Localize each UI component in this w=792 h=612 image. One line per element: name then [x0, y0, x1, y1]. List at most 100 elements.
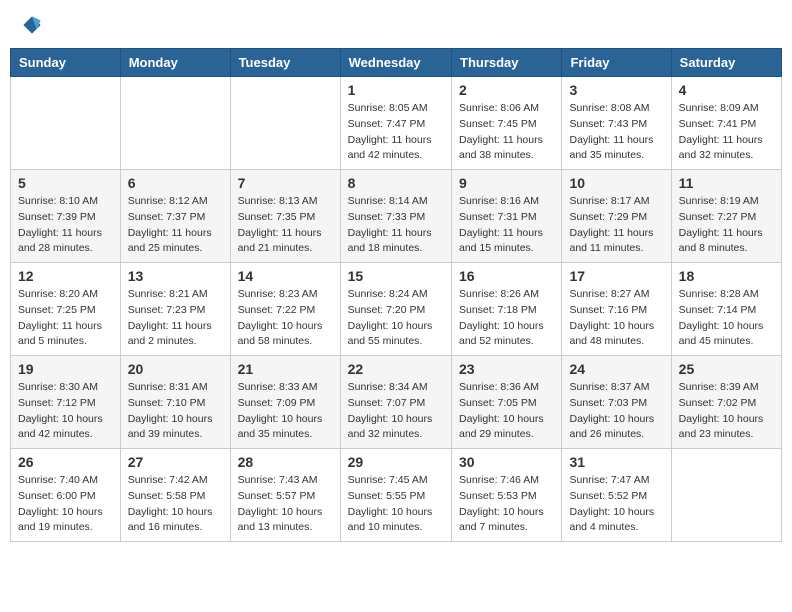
week-row-2: 5 Sunrise: 8:10 AM Sunset: 7:39 PM Daylig…: [11, 170, 782, 263]
day-number: 2: [459, 82, 554, 98]
logo: [20, 15, 42, 35]
day-cell: 29 Sunrise: 7:45 AM Sunset: 5:55 PM Dayli…: [340, 449, 451, 542]
day-number: 31: [569, 454, 663, 470]
day-cell: [671, 449, 781, 542]
day-cell: 27 Sunrise: 7:42 AM Sunset: 5:58 PM Dayli…: [120, 449, 230, 542]
day-number: 5: [18, 175, 113, 191]
day-number: 24: [569, 361, 663, 377]
day-number: 14: [238, 268, 333, 284]
day-number: 6: [128, 175, 223, 191]
day-number: 28: [238, 454, 333, 470]
day-info: Sunrise: 8:09 AM Sunset: 7:41 PM Dayligh…: [679, 101, 774, 164]
day-cell: 7 Sunrise: 8:13 AM Sunset: 7:35 PM Daylig…: [230, 170, 340, 263]
day-info: Sunrise: 7:42 AM Sunset: 5:58 PM Dayligh…: [128, 473, 223, 536]
day-info: Sunrise: 8:13 AM Sunset: 7:35 PM Dayligh…: [238, 194, 333, 257]
day-info: Sunrise: 8:37 AM Sunset: 7:03 PM Dayligh…: [569, 380, 663, 443]
day-info: Sunrise: 8:30 AM Sunset: 7:12 PM Dayligh…: [18, 380, 113, 443]
day-number: 4: [679, 82, 774, 98]
day-number: 10: [569, 175, 663, 191]
day-info: Sunrise: 8:10 AM Sunset: 7:39 PM Dayligh…: [18, 194, 113, 257]
day-info: Sunrise: 8:28 AM Sunset: 7:14 PM Dayligh…: [679, 287, 774, 350]
day-number: 18: [679, 268, 774, 284]
day-cell: 21 Sunrise: 8:33 AM Sunset: 7:09 PM Dayli…: [230, 356, 340, 449]
day-info: Sunrise: 8:12 AM Sunset: 7:37 PM Dayligh…: [128, 194, 223, 257]
day-cell: 2 Sunrise: 8:06 AM Sunset: 7:45 PM Daylig…: [452, 77, 562, 170]
day-info: Sunrise: 8:17 AM Sunset: 7:29 PM Dayligh…: [569, 194, 663, 257]
day-cell: 10 Sunrise: 8:17 AM Sunset: 7:29 PM Dayli…: [562, 170, 671, 263]
day-number: 26: [18, 454, 113, 470]
day-cell: 26 Sunrise: 7:40 AM Sunset: 6:00 PM Dayli…: [11, 449, 121, 542]
day-info: Sunrise: 7:45 AM Sunset: 5:55 PM Dayligh…: [348, 473, 444, 536]
day-cell: 17 Sunrise: 8:27 AM Sunset: 7:16 PM Dayli…: [562, 263, 671, 356]
day-cell: 19 Sunrise: 8:30 AM Sunset: 7:12 PM Dayli…: [11, 356, 121, 449]
day-number: 17: [569, 268, 663, 284]
day-info: Sunrise: 8:31 AM Sunset: 7:10 PM Dayligh…: [128, 380, 223, 443]
day-info: Sunrise: 7:40 AM Sunset: 6:00 PM Dayligh…: [18, 473, 113, 536]
day-info: Sunrise: 7:47 AM Sunset: 5:52 PM Dayligh…: [569, 473, 663, 536]
day-number: 20: [128, 361, 223, 377]
day-number: 11: [679, 175, 774, 191]
week-row-4: 19 Sunrise: 8:30 AM Sunset: 7:12 PM Dayli…: [11, 356, 782, 449]
day-number: 3: [569, 82, 663, 98]
day-number: 13: [128, 268, 223, 284]
day-cell: 13 Sunrise: 8:21 AM Sunset: 7:23 PM Dayli…: [120, 263, 230, 356]
day-info: Sunrise: 8:14 AM Sunset: 7:33 PM Dayligh…: [348, 194, 444, 257]
day-info: Sunrise: 8:08 AM Sunset: 7:43 PM Dayligh…: [569, 101, 663, 164]
header-thursday: Thursday: [452, 49, 562, 77]
day-info: Sunrise: 7:43 AM Sunset: 5:57 PM Dayligh…: [238, 473, 333, 536]
day-info: Sunrise: 8:05 AM Sunset: 7:47 PM Dayligh…: [348, 101, 444, 164]
day-cell: 16 Sunrise: 8:26 AM Sunset: 7:18 PM Dayli…: [452, 263, 562, 356]
day-cell: 28 Sunrise: 7:43 AM Sunset: 5:57 PM Dayli…: [230, 449, 340, 542]
day-number: 7: [238, 175, 333, 191]
day-info: Sunrise: 8:16 AM Sunset: 7:31 PM Dayligh…: [459, 194, 554, 257]
day-number: 8: [348, 175, 444, 191]
day-number: 23: [459, 361, 554, 377]
day-cell: 22Sunrise: 8:34 AM Sunset: 7:07 PM Dayli…: [340, 356, 451, 449]
header-tuesday: Tuesday: [230, 49, 340, 77]
day-cell: 12Sunrise: 8:20 AM Sunset: 7:25 PM Dayli…: [11, 263, 121, 356]
day-number: 29: [348, 454, 444, 470]
day-cell: 14 Sunrise: 8:23 AM Sunset: 7:22 PM Dayli…: [230, 263, 340, 356]
header-wednesday: Wednesday: [340, 49, 451, 77]
day-info: Sunrise: 8:23 AM Sunset: 7:22 PM Dayligh…: [238, 287, 333, 350]
day-info: Sunrise: 8:26 AM Sunset: 7:18 PM Dayligh…: [459, 287, 554, 350]
day-number: 27: [128, 454, 223, 470]
day-info: Sunrise: 8:06 AM Sunset: 7:45 PM Dayligh…: [459, 101, 554, 164]
day-number: 19: [18, 361, 113, 377]
day-info: Sunrise: 8:33 AM Sunset: 7:09 PM Dayligh…: [238, 380, 333, 443]
day-cell: [11, 77, 121, 170]
day-cell: 30Sunrise: 7:46 AM Sunset: 5:53 PM Dayli…: [452, 449, 562, 542]
day-info: Sunrise: 8:36 AM Sunset: 7:05 PM Dayligh…: [459, 380, 554, 443]
week-row-1: 1 Sunrise: 8:05 AM Sunset: 7:47 PM Daylig…: [11, 77, 782, 170]
day-cell: 11Sunrise: 8:19 AM Sunset: 7:27 PM Dayli…: [671, 170, 781, 263]
calendar-table: SundayMondayTuesdayWednesdayThursdayFrid…: [10, 48, 782, 542]
header-friday: Friday: [562, 49, 671, 77]
week-row-3: 12Sunrise: 8:20 AM Sunset: 7:25 PM Dayli…: [11, 263, 782, 356]
day-cell: 20 Sunrise: 8:31 AM Sunset: 7:10 PM Dayli…: [120, 356, 230, 449]
day-number: 1: [348, 82, 444, 98]
day-info: Sunrise: 8:27 AM Sunset: 7:16 PM Dayligh…: [569, 287, 663, 350]
day-cell: 1 Sunrise: 8:05 AM Sunset: 7:47 PM Daylig…: [340, 77, 451, 170]
day-cell: 3 Sunrise: 8:08 AM Sunset: 7:43 PM Daylig…: [562, 77, 671, 170]
header-saturday: Saturday: [671, 49, 781, 77]
day-number: 21: [238, 361, 333, 377]
day-cell: 23 Sunrise: 8:36 AM Sunset: 7:05 PM Dayli…: [452, 356, 562, 449]
day-cell: 8 Sunrise: 8:14 AM Sunset: 7:33 PM Daylig…: [340, 170, 451, 263]
day-info: Sunrise: 8:21 AM Sunset: 7:23 PM Dayligh…: [128, 287, 223, 350]
day-cell: 25Sunrise: 8:39 AM Sunset: 7:02 PM Dayli…: [671, 356, 781, 449]
day-info: Sunrise: 8:24 AM Sunset: 7:20 PM Dayligh…: [348, 287, 444, 350]
day-cell: [120, 77, 230, 170]
day-cell: 24 Sunrise: 8:37 AM Sunset: 7:03 PM Dayli…: [562, 356, 671, 449]
day-number: 25: [679, 361, 774, 377]
day-number: 16: [459, 268, 554, 284]
header-sunday: Sunday: [11, 49, 121, 77]
day-number: 22: [348, 361, 444, 377]
header-monday: Monday: [120, 49, 230, 77]
day-cell: 18 Sunrise: 8:28 AM Sunset: 7:14 PM Dayli…: [671, 263, 781, 356]
header-row: SundayMondayTuesdayWednesdayThursdayFrid…: [11, 49, 782, 77]
day-cell: 4 Sunrise: 8:09 AM Sunset: 7:41 PM Daylig…: [671, 77, 781, 170]
day-cell: 6 Sunrise: 8:12 AM Sunset: 7:37 PM Daylig…: [120, 170, 230, 263]
day-info: Sunrise: 7:46 AM Sunset: 5:53 PM Dayligh…: [459, 473, 554, 536]
day-cell: [230, 77, 340, 170]
day-number: 15: [348, 268, 444, 284]
